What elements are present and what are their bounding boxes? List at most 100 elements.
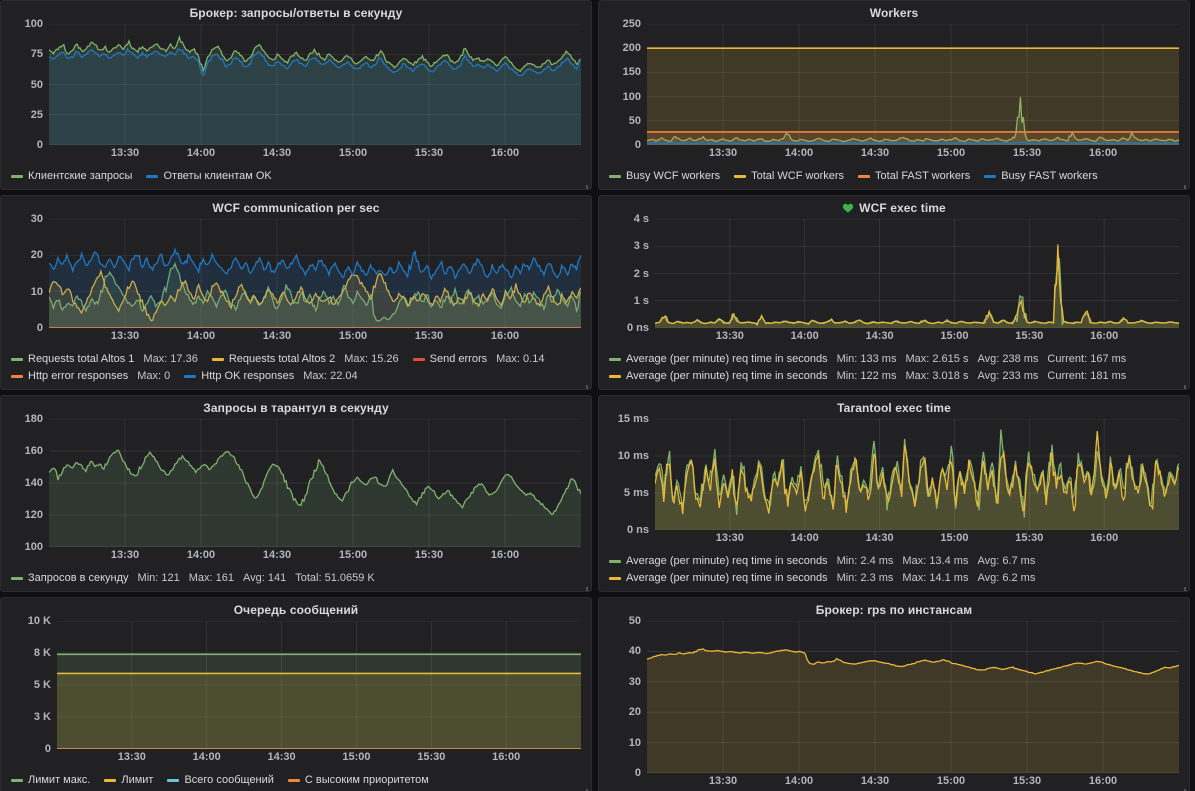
x-axis: 13:30 14:00 14:30 15:00 15:30 16:00: [599, 328, 1189, 348]
y-axis: 0 10 20 30 40 50: [603, 615, 647, 779]
legend-item[interactable]: Лимит макс.: [11, 773, 90, 787]
plot-area[interactable]: 0 ns 1 s2 s3 s4 s: [599, 213, 1189, 334]
panel-broker-requests-responses[interactable]: Брокер: запросы/ответы в секунду 0 25 50 75 1…: [0, 0, 592, 190]
legend-item[interactable]: Requests total Altos 2 Max: 15.26: [211, 352, 399, 366]
panel-wcf-exec-time[interactable]: WCF exec time 0 ns 1 s2 s3 s4 s 13:30 14:00 1…: [598, 195, 1190, 390]
legend-color-swatch: [412, 357, 425, 361]
legend-item[interactable]: Average (per minute) req time in seconds…: [609, 369, 1181, 383]
panel-resize-handle[interactable]: [1179, 379, 1187, 389]
legend-item[interactable]: Запросов в секунду Min: 121 Max: 161 Avg: 1…: [11, 571, 375, 585]
legend-item[interactable]: Average (per minute) req time in seconds…: [609, 571, 1181, 585]
panel-workers[interactable]: Workers 0 50 100 150 200 250 13:30 14:00 14:30 15:…: [598, 0, 1190, 190]
legend-stats: Max: 17.36: [143, 352, 197, 366]
panel-legend[interactable]: Average (per minute) req time in seconds…: [599, 348, 1189, 389]
legend-stats: Max: 0.14: [496, 352, 544, 366]
panel-tarantool-requests-per-sec[interactable]: Запросы в тарантул в секунду 100 120 140 160…: [0, 395, 592, 592]
x-axis-tick: 14:30: [262, 147, 292, 159]
legend-item[interactable]: Total FAST workers: [858, 169, 970, 183]
y-axis-tick: 3 K: [33, 711, 51, 723]
y-axis-tick: 20: [628, 706, 641, 719]
panel-legend[interactable]: Busy WCF workers Total WCF workers Total F…: [599, 165, 1189, 189]
panel-title[interactable]: Tarantool exec time: [599, 396, 1189, 417]
x-axis: 13:30 14:00 14:30 15:00 15:30 16:00: [1, 328, 591, 348]
plot-canvas[interactable]: [49, 419, 581, 547]
panel-legend[interactable]: Запросов в секунду Min: 121 Max: 161 Avg: 1…: [1, 567, 591, 591]
legend-stat: Max: 14.1 ms: [902, 572, 969, 584]
x-axis-tick: 14:30: [267, 751, 296, 763]
plot-area[interactable]: 0 ns 5 ms 10 ms 15 ms: [599, 413, 1189, 536]
y-axis-tick: 50: [628, 114, 641, 127]
plot-area[interactable]: 03 K5 K8 K 10 K: [1, 615, 591, 755]
legend-color-swatch: [11, 174, 23, 178]
panel-tarantool-exec-time[interactable]: Tarantool exec time 0 ns 5 ms 10 ms 15 ms 13:…: [598, 395, 1190, 592]
legend-stats: Max: 22.04: [303, 369, 357, 383]
legend-item[interactable]: Average (per minute) req time in seconds…: [609, 352, 1181, 366]
panel-resize-handle[interactable]: [581, 581, 589, 591]
x-axis-tick: 16:00: [1088, 147, 1118, 159]
y-axis-tick: 10: [628, 736, 641, 749]
legend-item[interactable]: Busy WCF workers: [609, 169, 720, 183]
legend-stat: Max: 161: [188, 572, 234, 584]
plot-canvas[interactable]: [655, 219, 1179, 328]
legend-label: Total WCF workers: [751, 170, 845, 182]
plot-canvas[interactable]: [655, 419, 1179, 530]
legend-item[interactable]: Http OK responses Max: 22.04: [184, 369, 358, 383]
panel-resize-handle[interactable]: [581, 783, 589, 791]
panel-title[interactable]: WCF communication per sec: [1, 196, 591, 217]
y-axis-tick: 180: [24, 413, 43, 425]
x-axis-tick: 15:00: [338, 549, 368, 561]
x-axis-tick: 13:30: [708, 147, 738, 159]
plot-canvas[interactable]: [647, 24, 1179, 145]
legend-item[interactable]: Ответы клиентам OK: [146, 169, 272, 183]
panel-title[interactable]: Брокер: запросы/ответы в секунду: [1, 1, 591, 22]
legend-stat: Max: 13.4 ms: [902, 555, 969, 567]
plot-area[interactable]: 0 10 20 30: [1, 213, 591, 334]
legend-item[interactable]: Лимит: [104, 773, 153, 787]
y-axis-tick: 8 K: [33, 647, 51, 659]
legend-item[interactable]: Send errors Max: 0.14: [412, 352, 544, 366]
legend-item[interactable]: Total WCF workers: [734, 169, 844, 183]
plot-area[interactable]: 0 25 50 75 100: [1, 18, 591, 151]
panel-wcf-communication-per-sec[interactable]: WCF communication per sec 0 10 20 30 13:30 14:…: [0, 195, 592, 390]
plot-canvas[interactable]: [57, 621, 581, 749]
legend-item[interactable]: Http error responses Max: 0: [11, 369, 170, 383]
legend-stat: Current: 167 ms: [1047, 353, 1127, 365]
panel-title-text: Брокер: запросы/ответы в секунду: [189, 6, 403, 20]
legend-stat: Max: 2.615 s: [905, 353, 969, 365]
panel-title[interactable]: Брокер: rps по инстансам: [599, 598, 1189, 619]
panel-legend[interactable]: Клиентские запросы Ответы клиентам OK: [1, 165, 591, 189]
panel-resize-handle[interactable]: [1179, 179, 1187, 189]
plot-area[interactable]: 0 10 20 30 40 50: [599, 615, 1189, 779]
plot-canvas[interactable]: [49, 219, 581, 328]
y-axis-tick: 10 ms: [617, 449, 649, 462]
x-axis-tick: 15:00: [940, 532, 969, 544]
plot-area[interactable]: 100 120 140 160 180: [1, 413, 591, 553]
panel-title-text: WCF communication per sec: [212, 201, 380, 215]
legend-item[interactable]: Average (per minute) req time in seconds…: [609, 554, 1181, 568]
legend-item[interactable]: Requests total Altos 1 Max: 17.36: [11, 352, 198, 366]
panel-resize-handle[interactable]: [1179, 783, 1187, 791]
panel-resize-handle[interactable]: [581, 379, 589, 389]
legend-color-swatch: [984, 174, 997, 178]
plot-canvas[interactable]: [647, 621, 1179, 773]
panel-title[interactable]: Очередь сообщений: [1, 598, 591, 619]
panel-title[interactable]: Workers: [599, 1, 1189, 22]
panel-legend[interactable]: Requests total Altos 1 Max: 17.36 Requests…: [1, 348, 591, 389]
legend-item[interactable]: Busy FAST workers: [984, 169, 1098, 183]
panel-broker-rps-per-instance[interactable]: Брокер: rps по инстансам 0 10 20 30 40 50 13:30…: [598, 597, 1190, 791]
panel-legend[interactable]: Лимит макс. Лимит Всего сообщений С высоким…: [1, 769, 591, 791]
legend-item[interactable]: С высоким приоритетом: [287, 773, 429, 787]
panel-legend[interactable]: Average (per minute) req time in seconds…: [599, 550, 1189, 591]
panel-message-queue[interactable]: Очередь сообщений 0 3 K5 K8 K 10 K 13:30 14:0…: [0, 597, 592, 791]
plot-area[interactable]: 0 50 100 150 200 250: [599, 18, 1189, 151]
legend-item[interactable]: Всего сообщений: [167, 773, 274, 787]
legend-color-swatch: [184, 374, 197, 378]
panel-resize-handle[interactable]: [581, 179, 589, 189]
x-axis-tick: 16:00: [1090, 330, 1119, 342]
panel-title[interactable]: WCF exec time: [599, 196, 1189, 217]
plot-canvas[interactable]: [49, 24, 581, 145]
panel-resize-handle[interactable]: [1179, 581, 1187, 591]
panel-title[interactable]: Запросы в тарантул в секунду: [1, 396, 591, 417]
panel-title-text: Tarantool exec time: [837, 401, 951, 415]
legend-item[interactable]: Клиентские запросы: [11, 169, 132, 183]
